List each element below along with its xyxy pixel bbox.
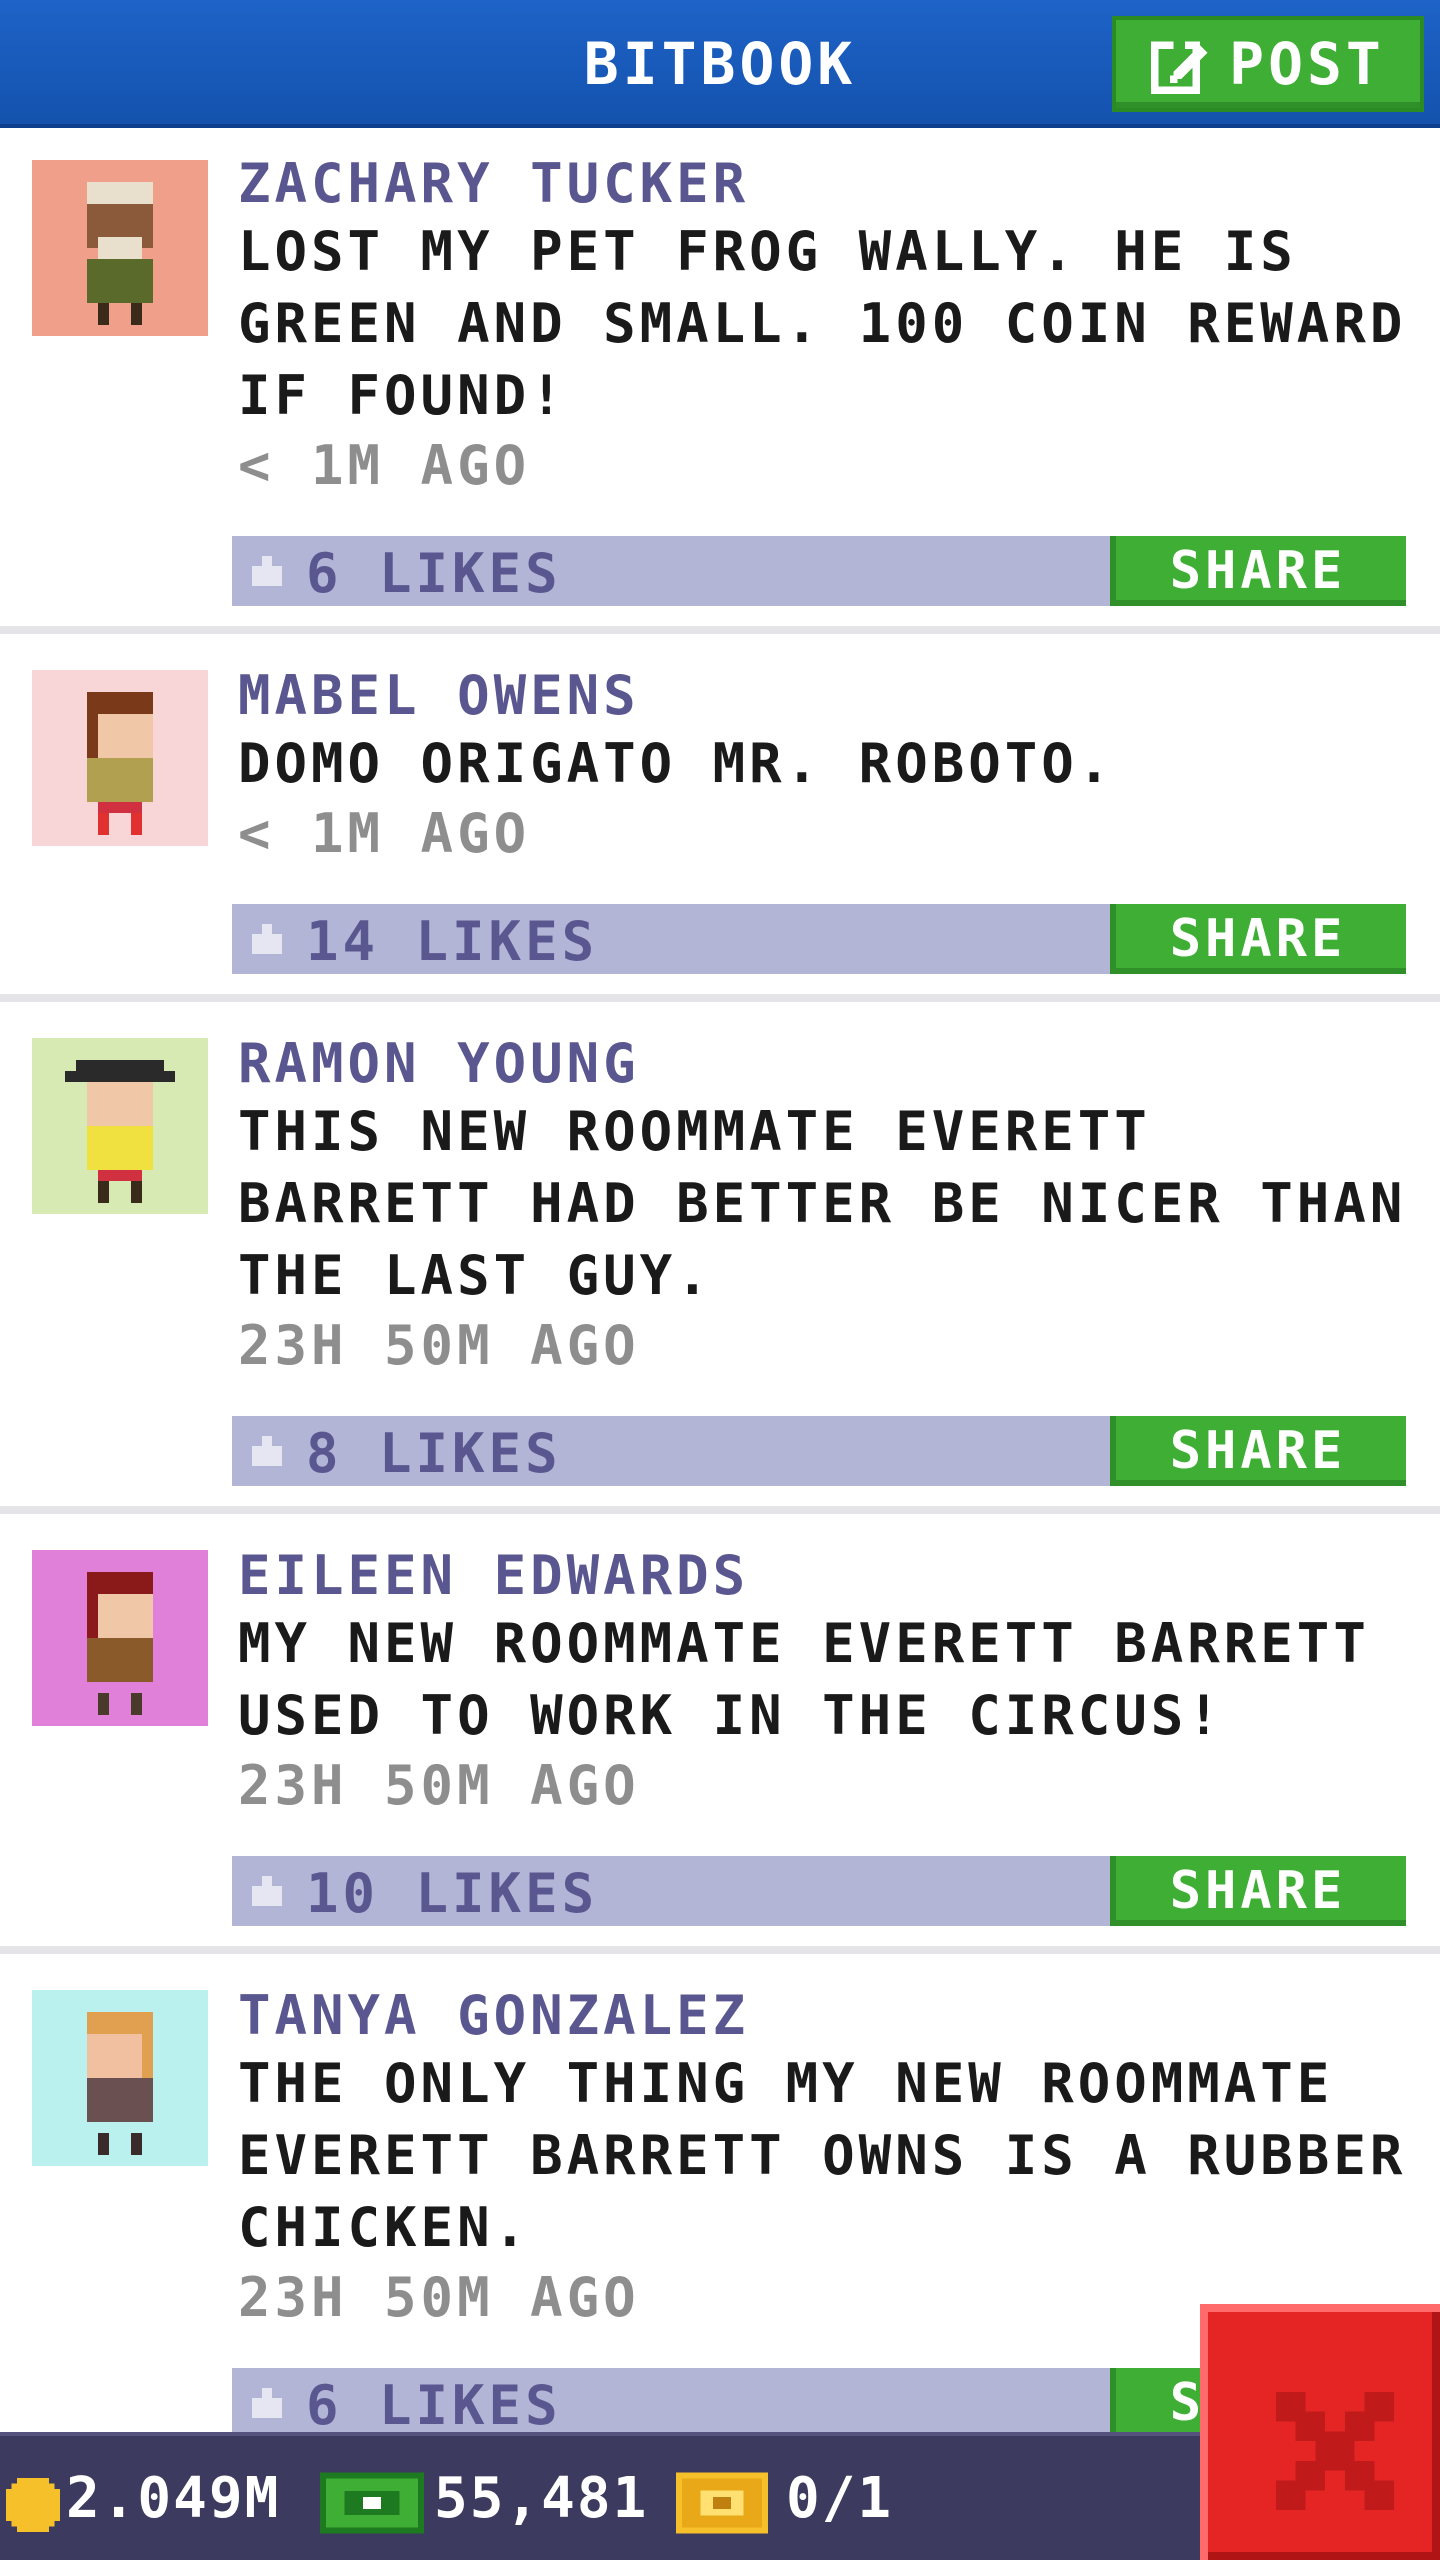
post-text: THIS NEW ROOMMATE EVERETT BARRETT HAD BE… [238,1100,1407,1307]
like-count: 6 LIKES [306,2374,562,2437]
post-text: THE ONLY THING MY NEW ROOMMATE EVERETT B… [238,2052,1407,2259]
post-text: MY NEW ROOMMATE EVERETT BARRETT USED TO … [238,1612,1370,1747]
feed-post: MABEL OWENS DOMO ORIGATO MR. ROBOTO. < 1… [0,634,1440,1002]
coin-count: 2.049M [66,2466,281,2531]
post-author[interactable]: RAMON YOUNG [238,1032,640,1095]
post-author[interactable]: ZACHARY TUCKER [238,152,749,215]
post-time: < 1M AGO [238,802,531,865]
thumb-up-icon [252,556,282,586]
vip-count: 0/1 [786,2466,894,2531]
vip-ticket-icon [676,2472,768,2534]
thumb-up-icon [252,1876,282,1906]
like-count: 8 LIKES [306,1422,562,1485]
post-button-label: POST [1229,30,1385,98]
share-button[interactable]: SHARE [1110,536,1406,606]
app-header: BITBOOK POST [0,0,1440,128]
thumb-up-icon [252,1436,282,1466]
thumb-up-icon [252,2388,282,2418]
post-time: 23H 50M AGO [238,2266,640,2329]
post-author[interactable]: TANYA GONZALEZ [238,1984,749,2047]
avatar[interactable] [32,1990,208,2166]
like-count: 6 LIKES [306,542,562,605]
share-button[interactable]: SHARE [1110,1856,1406,1926]
close-button[interactable] [1200,2304,1440,2560]
avatar[interactable] [32,1038,208,1214]
avatar[interactable] [32,670,208,846]
bux-icon [320,2472,424,2534]
like-bar[interactable]: 8 LIKES SHARE [232,1416,1406,1486]
post-text: DOMO ORIGATO MR. ROBOTO. [238,732,1115,795]
like-bar[interactable]: 10 LIKES SHARE [232,1856,1406,1926]
like-count: 10 LIKES [306,1862,599,1925]
post-time: 23H 50M AGO [238,1754,640,1817]
thumb-up-icon [252,924,282,954]
bux-count: 55,481 [434,2466,649,2531]
post-text: LOST MY PET FROG WALLY. HE IS GREEN AND … [238,220,1407,427]
share-button[interactable]: SHARE [1110,904,1406,974]
post-button[interactable]: POST [1112,16,1424,112]
edit-icon [1151,37,1208,94]
avatar[interactable] [32,160,208,336]
post-author[interactable]: MABEL OWENS [238,664,640,727]
like-bar[interactable]: 6 LIKES SHARE [232,536,1406,606]
close-icon [1276,2392,1394,2510]
like-bar[interactable]: 14 LIKES SHARE [232,904,1406,974]
share-button[interactable]: SHARE [1110,1416,1406,1486]
post-time: < 1M AGO [238,434,531,497]
post-time: 23H 50M AGO [238,1314,640,1377]
like-count: 14 LIKES [306,910,599,973]
coin-icon [6,2478,60,2532]
post-author[interactable]: EILEEN EDWARDS [238,1544,749,1607]
feed-post: RAMON YOUNG THIS NEW ROOMMATE EVERETT BA… [0,1002,1440,1514]
feed-post: EILEEN EDWARDS MY NEW ROOMMATE EVERETT B… [0,1514,1440,1954]
avatar[interactable] [32,1550,208,1726]
feed-post: ZACHARY TUCKER LOST MY PET FROG WALLY. H… [0,132,1440,634]
